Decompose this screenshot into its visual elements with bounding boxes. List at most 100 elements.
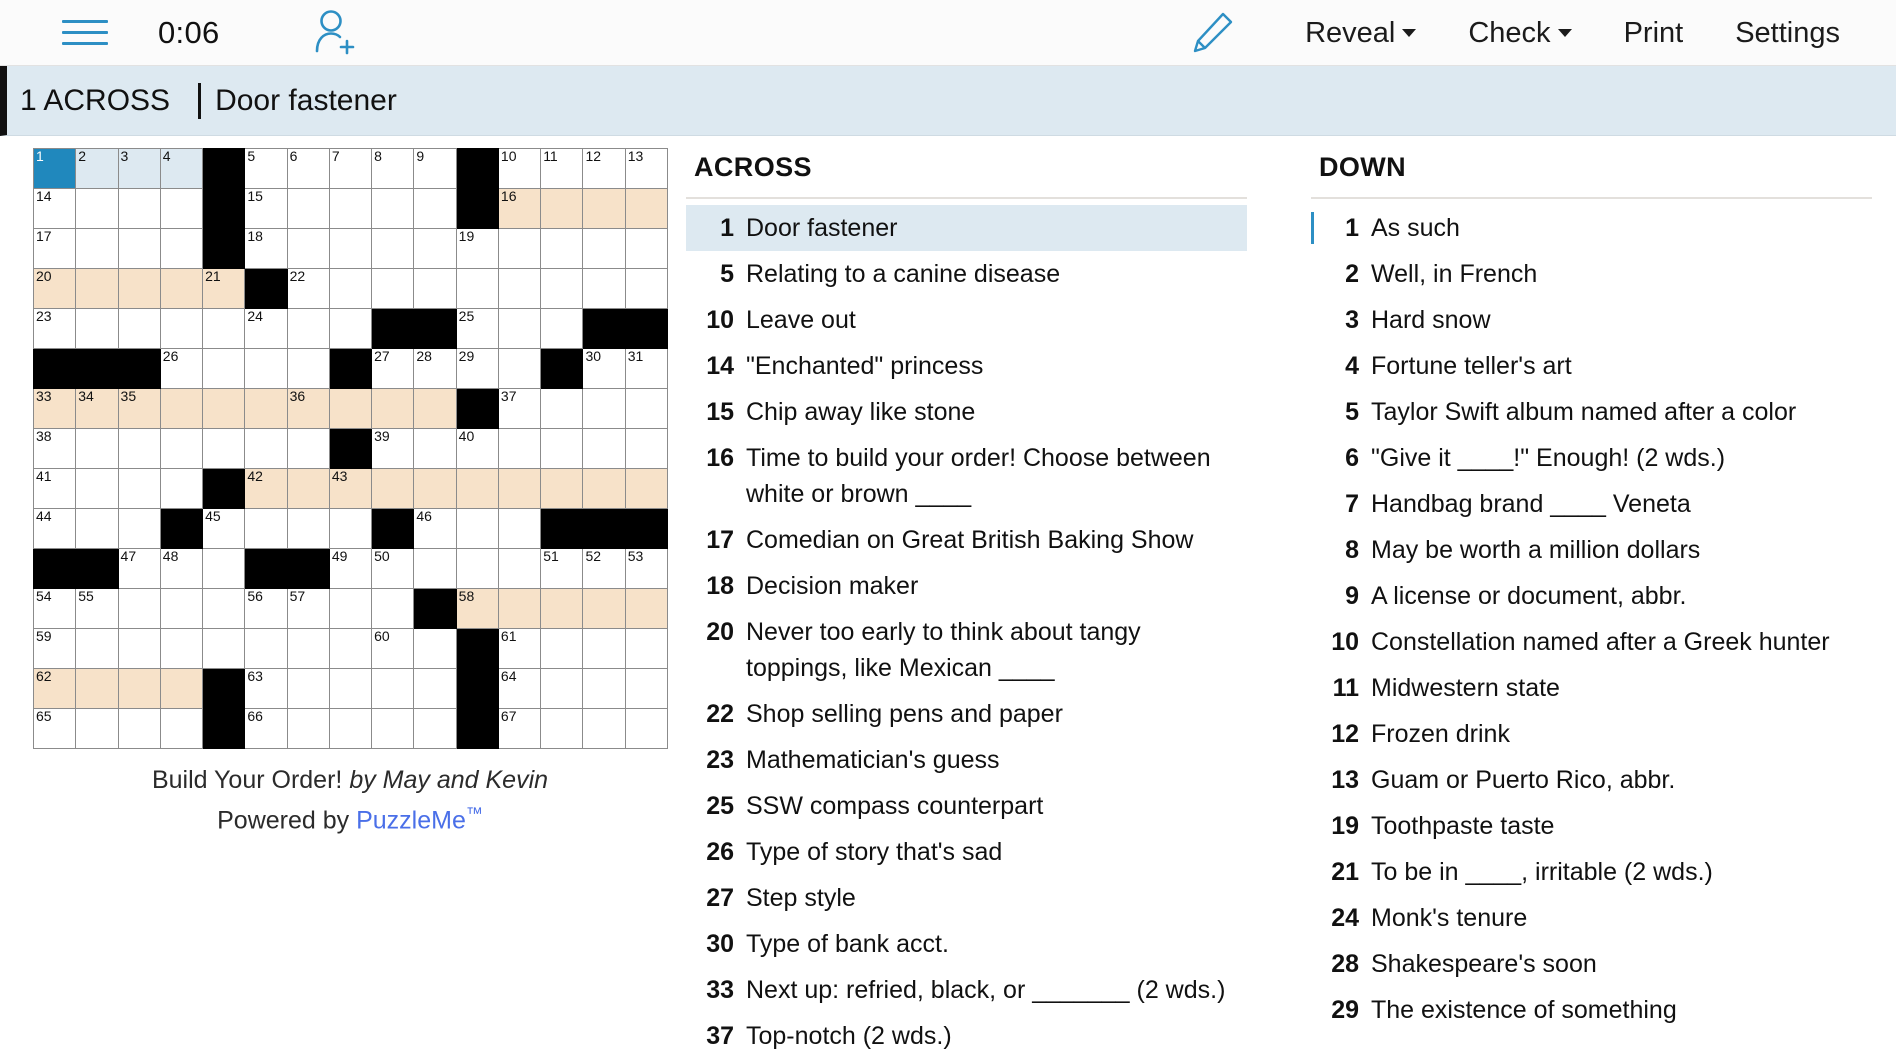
grid-cell[interactable]	[328, 668, 373, 709]
grid-cell[interactable]: 3	[117, 148, 161, 189]
clue-item[interactable]: 15 Chip away like stone	[686, 389, 1247, 435]
grid-cell[interactable]	[244, 428, 288, 469]
clue-item[interactable]: 4 Fortune teller's art	[1311, 343, 1872, 389]
grid-cell[interactable]: 13	[624, 148, 668, 189]
grid-cell[interactable]	[413, 708, 457, 749]
grid-cell[interactable]	[117, 708, 161, 749]
grid-cell[interactable]: 47	[117, 548, 161, 589]
grid-cell[interactable]	[582, 188, 626, 229]
grid-cell[interactable]	[117, 628, 161, 669]
grid-cell[interactable]	[497, 428, 542, 469]
grid-cell[interactable]: 50	[371, 548, 415, 589]
grid-cell[interactable]	[582, 468, 626, 509]
grid-cell[interactable]: 27	[371, 348, 415, 389]
clue-item[interactable]: 5 Relating to a canine disease	[686, 251, 1247, 297]
grid-cell[interactable]	[286, 348, 330, 389]
grid-cell[interactable]: 16	[497, 188, 542, 229]
grid-cell[interactable]	[328, 588, 373, 629]
grid-cell[interactable]: 7	[328, 148, 373, 189]
grid-cell[interactable]	[497, 348, 542, 389]
grid-cell[interactable]: 4	[159, 148, 204, 189]
grid-cell[interactable]	[159, 188, 204, 229]
grid-cell[interactable]: 1	[32, 148, 77, 189]
grid-cell[interactable]	[582, 708, 626, 749]
clue-item[interactable]: 11 Midwestern state	[1311, 665, 1872, 711]
grid-cell[interactable]	[286, 508, 330, 549]
grid-cell[interactable]	[159, 468, 204, 509]
grid-cell[interactable]	[540, 708, 584, 749]
grid-cell[interactable]: 26	[159, 348, 204, 389]
grid-cell[interactable]: 61	[497, 628, 542, 669]
grid-cell[interactable]: 57	[286, 588, 330, 629]
grid-cell[interactable]	[75, 308, 119, 349]
grid-cell[interactable]: 31	[624, 348, 668, 389]
grid-cell[interactable]: 62	[32, 668, 77, 709]
clue-item[interactable]: 6 "Give it ____!" Enough! (2 wds.)	[1311, 435, 1872, 481]
clue-item[interactable]: 13 Guam or Puerto Rico, abbr.	[1311, 757, 1872, 803]
clue-item[interactable]: 9 A license or document, abbr.	[1311, 573, 1872, 619]
clue-item[interactable]: 20 Never too early to think about tangy t…	[686, 609, 1247, 691]
clue-item[interactable]: 23 Mathematician's guess	[686, 737, 1247, 783]
grid-cell[interactable]: 14	[32, 188, 77, 229]
grid-cell[interactable]	[540, 668, 584, 709]
grid-cell[interactable]	[497, 268, 542, 309]
grid-cell[interactable]: 29	[455, 348, 499, 389]
grid-cell[interactable]	[286, 468, 330, 509]
grid-cell[interactable]: 53	[624, 548, 668, 589]
grid-cell[interactable]	[328, 388, 373, 429]
grid-cell[interactable]: 49	[328, 548, 373, 589]
grid-cell[interactable]: 60	[371, 628, 415, 669]
grid-cell[interactable]	[117, 428, 161, 469]
grid-cell[interactable]	[159, 268, 204, 309]
clue-item[interactable]: 19 Toothpaste taste	[1311, 803, 1872, 849]
grid-cell[interactable]: 56	[244, 588, 288, 629]
clue-item[interactable]: 25 SSW compass counterpart	[686, 783, 1247, 829]
grid-cell[interactable]	[497, 468, 542, 509]
grid-cell[interactable]	[582, 268, 626, 309]
grid-cell[interactable]	[371, 388, 415, 429]
print-button[interactable]: Print	[1598, 17, 1710, 50]
grid-cell[interactable]	[117, 308, 161, 349]
grid-cell[interactable]	[624, 628, 668, 669]
grid-cell[interactable]	[624, 468, 668, 509]
grid-cell[interactable]	[540, 268, 584, 309]
grid-cell[interactable]	[244, 628, 288, 669]
grid-cell[interactable]	[413, 548, 457, 589]
grid-cell[interactable]	[540, 188, 584, 229]
grid-cell[interactable]	[582, 428, 626, 469]
grid-cell[interactable]	[497, 548, 542, 589]
grid-cell[interactable]	[117, 268, 161, 309]
grid-cell[interactable]	[75, 228, 119, 269]
grid-cell[interactable]	[328, 308, 373, 349]
grid-cell[interactable]	[117, 188, 161, 229]
grid-cell[interactable]	[540, 588, 584, 629]
grid-cell[interactable]	[159, 308, 204, 349]
clue-item[interactable]: 30 Type of bank acct.	[686, 921, 1247, 967]
grid-cell[interactable]	[413, 428, 457, 469]
grid-cell[interactable]	[413, 388, 457, 429]
clue-item[interactable]: 8 May be worth a million dollars	[1311, 527, 1872, 573]
grid-cell[interactable]	[159, 708, 204, 749]
grid-cell[interactable]	[159, 228, 204, 269]
grid-cell[interactable]	[328, 268, 373, 309]
clue-item[interactable]: 33 Next up: refried, black, or _______ (2…	[686, 967, 1247, 1013]
grid-cell[interactable]	[117, 668, 161, 709]
grid-cell[interactable]: 8	[371, 148, 415, 189]
grid-cell[interactable]	[540, 308, 584, 349]
grid-cell[interactable]	[159, 428, 204, 469]
grid-cell[interactable]: 22	[286, 268, 330, 309]
grid-cell[interactable]: 20	[32, 268, 77, 309]
grid-cell[interactable]: 21	[202, 268, 246, 309]
grid-cell[interactable]: 24	[244, 308, 288, 349]
hamburger-menu-icon[interactable]	[62, 16, 108, 50]
grid-cell[interactable]: 66	[244, 708, 288, 749]
clue-item[interactable]: 21 To be in ____, irritable (2 wds.)	[1311, 849, 1872, 895]
grid-cell[interactable]: 63	[244, 668, 288, 709]
grid-cell[interactable]	[117, 468, 161, 509]
grid-cell[interactable]: 23	[32, 308, 77, 349]
clue-item[interactable]: 18 Decision maker	[686, 563, 1247, 609]
grid-cell[interactable]: 33	[32, 388, 77, 429]
grid-cell[interactable]: 6	[286, 148, 330, 189]
grid-cell[interactable]	[540, 228, 584, 269]
grid-cell[interactable]: 58	[455, 588, 499, 629]
